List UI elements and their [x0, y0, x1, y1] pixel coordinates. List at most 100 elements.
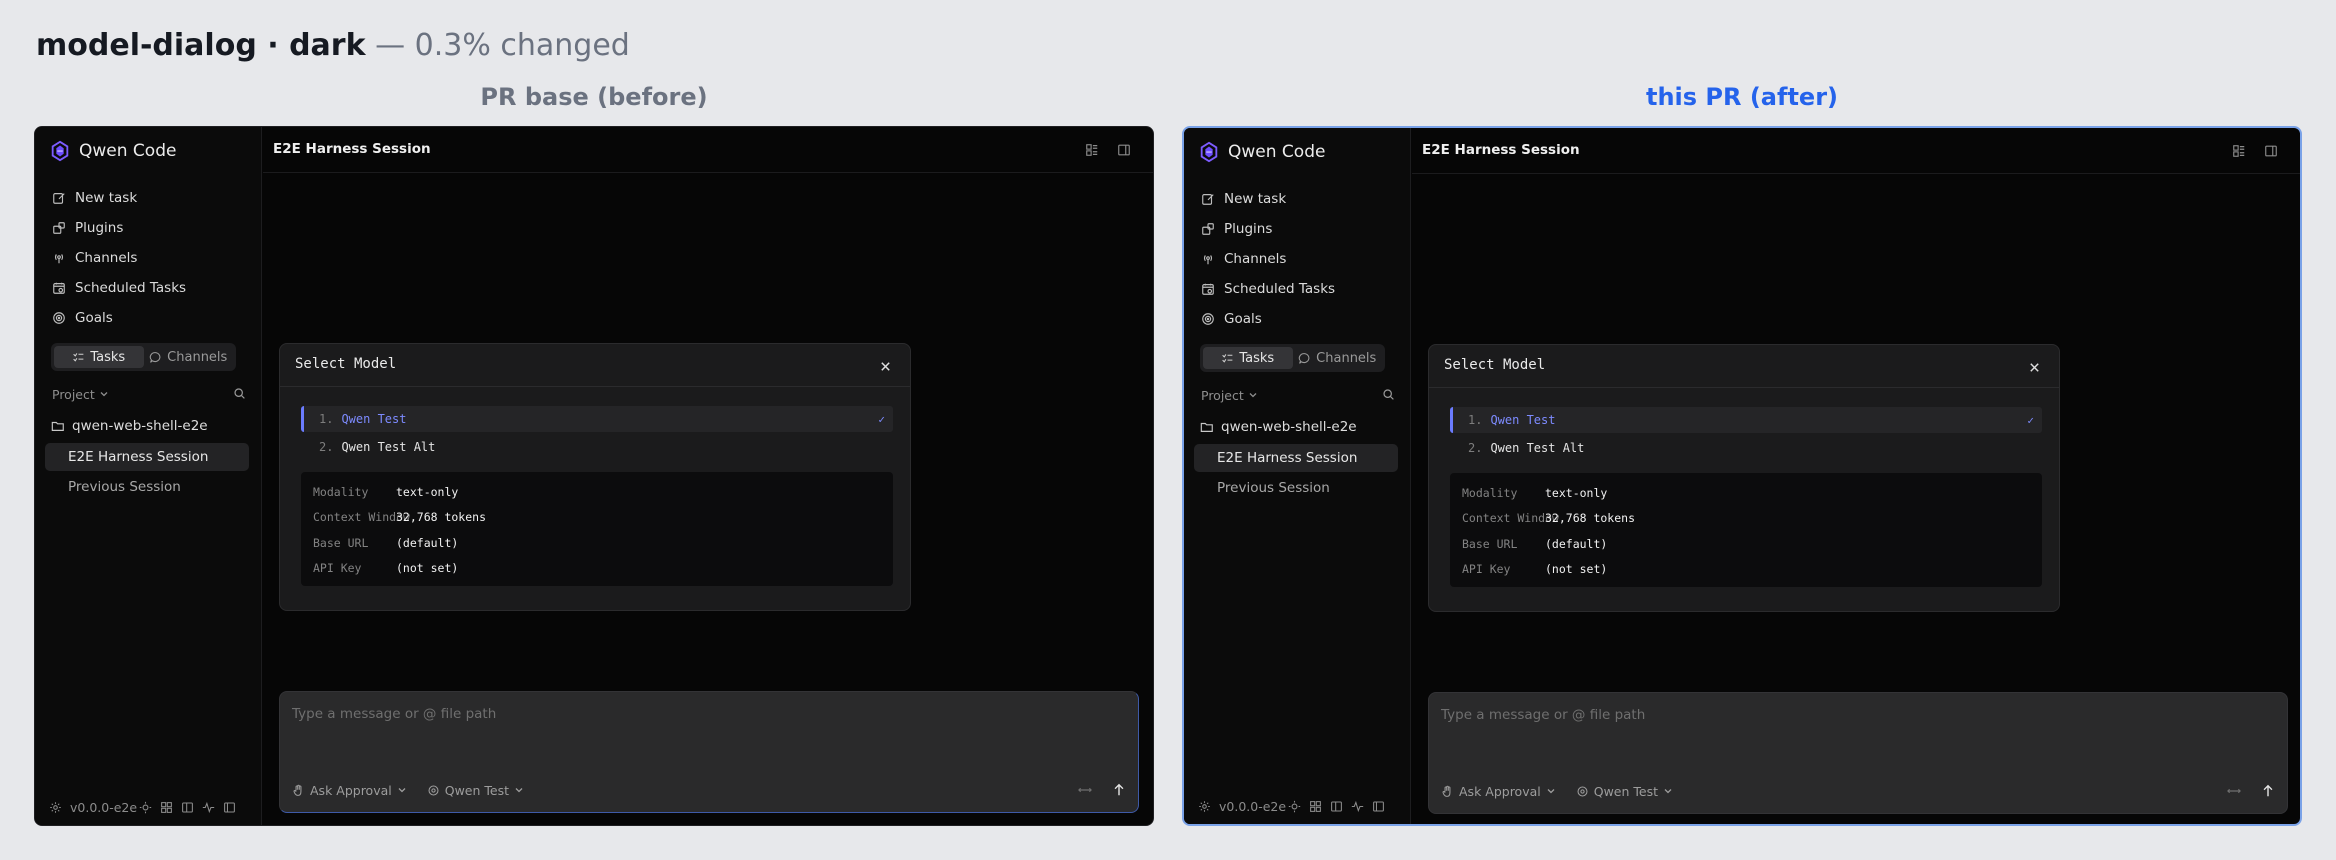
composer-placeholder: Type a message or @ file path — [292, 706, 497, 722]
model-info-panel: Modality text-only Context Window 32,768 t… — [301, 472, 893, 586]
calendar-clock-icon — [51, 280, 67, 296]
info-row: Base URL (default) — [301, 530, 893, 556]
model-option[interactable]: 2. Qwen Test Alt — [301, 434, 893, 460]
search-icon[interactable] — [233, 385, 246, 404]
nav-scheduled-tasks[interactable]: Scheduled Tasks — [1200, 274, 1335, 304]
nav-new-task[interactable]: New task — [1200, 184, 1335, 214]
message-composer[interactable]: Type a message or @ file path Ask Approv… — [279, 691, 1139, 813]
before-column-label: PR base (before) — [480, 83, 708, 111]
layout-icon[interactable] — [1085, 142, 1101, 158]
gear-icon[interactable] — [49, 801, 62, 814]
info-row: Base URL (default) — [1450, 531, 2042, 557]
chevron-down-icon — [1546, 784, 1556, 799]
model-option-selected[interactable]: 1. Qwen Test ✓ — [1450, 407, 2042, 433]
nav-label: New task — [1224, 191, 1287, 207]
model-icon — [1577, 786, 1588, 797]
nav-goals[interactable]: Goals — [51, 303, 186, 333]
dialog-title: Select Model — [1444, 357, 1546, 373]
session-item-active[interactable]: E2E Harness Session — [1194, 444, 1398, 472]
nav-goals[interactable]: Goals — [1200, 304, 1335, 334]
expand-icon[interactable] — [2227, 783, 2241, 799]
model-label: Qwen Test — [1593, 784, 1659, 799]
broadcast-icon — [51, 250, 67, 266]
brand[interactable]: Qwen Code — [49, 135, 176, 167]
sidebar-toggle-icon[interactable] — [223, 801, 236, 814]
option-label: Qwen Test Alt — [341, 440, 436, 454]
option-number: 1. — [1468, 413, 1483, 427]
project-folder[interactable]: qwen-web-shell-e2e — [1200, 415, 1357, 439]
nav-label: Goals — [1224, 311, 1262, 327]
list-check-icon — [73, 352, 84, 362]
info-key: Context Window — [1462, 511, 1559, 526]
approval-mode-dropdown[interactable]: Ask Approval — [292, 783, 407, 798]
nav-plugins[interactable]: Plugins — [51, 213, 186, 243]
sidebar: Qwen Code New task Plugins Channels Sche… — [35, 127, 262, 825]
project-folder[interactable]: qwen-web-shell-e2e — [51, 414, 208, 438]
select-model-dialog: Select Model 1. Qwen Test ✓ 2. Qwen Test… — [279, 343, 911, 611]
nav-scheduled-tasks[interactable]: Scheduled Tasks — [51, 273, 186, 303]
nav-plugins[interactable]: Plugins — [1200, 214, 1335, 244]
search-icon[interactable] — [1382, 386, 1395, 405]
tab-tasks[interactable]: Tasks — [1203, 347, 1293, 369]
gear-icon[interactable] — [1198, 800, 1211, 813]
option-number: 2. — [1468, 441, 1483, 455]
sun-icon[interactable] — [1288, 800, 1301, 813]
main-panel: E2E Harness Session Select Model 1. Qwen… — [263, 127, 1153, 825]
brand-name: Qwen Code — [1228, 142, 1326, 162]
brand[interactable]: Qwen Code — [1198, 136, 1325, 168]
project-label: Project — [1201, 387, 1244, 403]
option-label: Qwen Test — [1490, 413, 1556, 427]
tab-channels[interactable]: Channels — [1293, 347, 1383, 369]
model-dropdown[interactable]: Qwen Test — [427, 783, 524, 798]
close-icon[interactable] — [879, 358, 892, 371]
nav-channels[interactable]: Channels — [1200, 244, 1335, 274]
edit-icon — [51, 190, 67, 206]
sidebar-footer: v0.0.0-e2e — [49, 796, 236, 818]
nav-channels[interactable]: Channels — [51, 243, 186, 273]
project-dropdown[interactable]: Project — [52, 387, 109, 402]
approval-mode-dropdown[interactable]: Ask Approval — [1441, 784, 1556, 799]
model-option[interactable]: 2. Qwen Test Alt — [1450, 435, 2042, 461]
after-screenshot: Qwen Code New task Plugins Channels Sche… — [1182, 126, 2302, 826]
sun-icon[interactable] — [139, 801, 152, 814]
info-row: Modality text-only — [1450, 480, 2042, 506]
dialog-header: Select Model — [280, 344, 910, 387]
calendar-clock-icon — [1200, 281, 1216, 297]
side-panel-icon[interactable] — [1117, 142, 1133, 158]
composer-controls: Ask Approval Qwen Test — [292, 783, 524, 798]
message-composer[interactable]: Type a message or @ file path Ask Approv… — [1428, 692, 2288, 814]
session-item[interactable]: Previous Session — [45, 473, 249, 501]
session-item[interactable]: Previous Session — [1194, 474, 1398, 502]
plugin-icon — [51, 220, 67, 236]
model-dropdown[interactable]: Qwen Test — [1576, 784, 1673, 799]
info-value: 32,768 tokens — [1545, 511, 1636, 526]
folder-open-icon — [1200, 422, 1213, 432]
model-icon — [428, 785, 439, 796]
project-dropdown[interactable]: Project — [1201, 388, 1258, 403]
nav-label: Plugins — [75, 220, 124, 236]
sidebar-toggle-icon[interactable] — [1372, 800, 1385, 813]
close-icon[interactable] — [2028, 359, 2041, 372]
activity-icon[interactable] — [202, 801, 215, 814]
approval-label: Ask Approval — [310, 783, 392, 798]
model-option-selected[interactable]: 1. Qwen Test ✓ — [301, 406, 893, 432]
grid-icon[interactable] — [160, 801, 173, 814]
layout-icon[interactable] — [2232, 143, 2248, 159]
panel-icon[interactable] — [181, 801, 194, 814]
broadcast-icon — [1200, 251, 1216, 267]
side-panel-icon[interactable] — [2264, 143, 2280, 159]
expand-icon[interactable] — [1078, 782, 1092, 798]
activity-icon[interactable] — [1351, 800, 1364, 813]
tab-tasks[interactable]: Tasks — [54, 346, 144, 368]
send-arrow-icon[interactable] — [1112, 782, 1126, 798]
nav-new-task[interactable]: New task — [51, 183, 186, 213]
grid-icon[interactable] — [1309, 800, 1322, 813]
tab-channels[interactable]: Channels — [144, 346, 234, 368]
send-arrow-icon[interactable] — [2261, 783, 2275, 799]
check-icon: ✓ — [2027, 413, 2034, 427]
panel-icon[interactable] — [1330, 800, 1343, 813]
nav-label: Scheduled Tasks — [75, 280, 187, 296]
session-item-active[interactable]: E2E Harness Session — [45, 443, 249, 471]
chevron-down-icon — [514, 783, 524, 798]
chat-bubble-icon — [149, 351, 161, 363]
